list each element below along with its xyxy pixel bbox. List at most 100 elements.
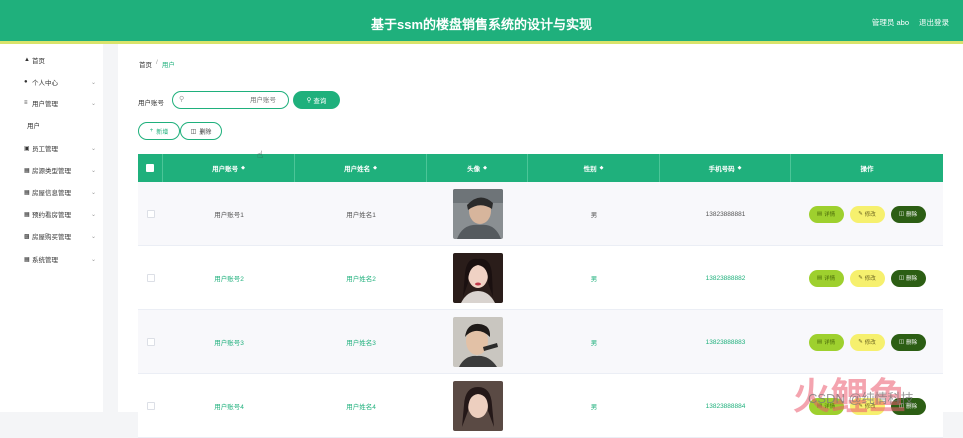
detail-button[interactable]: ▤ 详情 — [808, 269, 844, 287]
cell-account: 用户账号3 — [214, 340, 244, 347]
chevron-down-icon: ⌄ — [91, 256, 97, 263]
trash-icon: ◫ — [898, 275, 905, 281]
sidebar-item-home[interactable]: ▲ 首页 — [0, 51, 103, 69]
sidebar-item-user-management[interactable]: ≡ 用户管理 ⌄ — [0, 94, 103, 112]
cell-avatar — [427, 246, 528, 310]
detail-label: 详情 — [824, 276, 836, 282]
logout-link[interactable]: 退出登录 — [919, 17, 949, 28]
sort-icon: ◆ — [373, 165, 377, 171]
header-phone[interactable]: 手机号码 ◆ — [660, 154, 791, 182]
edit-button[interactable]: ✎ 修改 — [849, 269, 885, 287]
watermark-text: CSDN @纯情科技 — [808, 391, 914, 406]
sort-icon: ◆ — [737, 165, 742, 171]
cell-gender: 男 — [590, 212, 598, 219]
sidebar-item-label: 个人中心 — [32, 80, 58, 87]
avatar-image[interactable] — [452, 189, 503, 239]
breadcrumb: 首页 / 用户 — [139, 59, 175, 69]
cell-name: 用户姓名4 — [346, 404, 376, 411]
search-box: ⚲ — [172, 91, 289, 109]
cell-avatar — [427, 182, 528, 246]
cell-avatar — [427, 374, 528, 438]
cell-ops: ▤ 详情 ✎ 修改 ◫ 删除 — [791, 182, 943, 246]
search-input[interactable] — [191, 94, 286, 106]
detail-label: 详情 — [824, 212, 836, 218]
add-button[interactable]: + 新增 — [138, 122, 180, 140]
avatar-image[interactable] — [452, 253, 503, 303]
delete-button[interactable]: ◫ 删除 — [890, 269, 926, 287]
header-right: 管理员 abo 退出登录 — [872, 17, 949, 28]
sidebar-item-system[interactable]: ▦ 系统管理 ⌄ — [0, 250, 103, 268]
sidebar-item-staff[interactable]: ▣ 员工管理 ⌄ — [0, 139, 103, 157]
document-icon: ▤ — [816, 275, 823, 281]
sidebar-item-house-types[interactable]: ▦ 房源类型管理 ⌄ — [0, 161, 103, 179]
sidebar-item-label: 房屋购买管理 — [32, 234, 71, 241]
cell-gender: 男 — [590, 340, 598, 347]
app-title: 基于ssm的楼盘销售系统的设计与实现 — [370, 17, 593, 32]
header-gender[interactable]: 性别 ◆ — [528, 154, 660, 182]
trash-icon: ◫ — [898, 339, 905, 345]
query-button[interactable]: ⚲ 查询 — [293, 91, 340, 109]
trash-icon: ◫ — [898, 211, 905, 217]
row-checkbox[interactable] — [146, 402, 155, 410]
mouse-pointer-icon: ☝ — [257, 150, 264, 161]
select-all-checkbox[interactable] — [146, 164, 154, 172]
row-checkbox[interactable] — [146, 274, 155, 282]
row-checkbox[interactable] — [146, 210, 155, 218]
cell-name: 用户姓名2 — [346, 276, 376, 283]
document-icon: ▤ — [816, 211, 823, 217]
detail-button[interactable]: ▤ 详情 — [808, 205, 844, 223]
table-row: 用户账号2 用户姓名2 男 13823888882 ▤ 详情 ✎ 修改 ◫ 删除 — [138, 246, 943, 310]
cell-account: 用户账号4 — [214, 404, 244, 411]
pencil-icon: ✎ — [858, 275, 863, 281]
header-name[interactable]: 用户姓名 ◆ — [295, 154, 427, 182]
header-avatar[interactable]: 头像 ◆ — [427, 154, 528, 182]
sidebar-item-users[interactable]: 用户 — [0, 116, 103, 134]
sort-icon: ◆ — [241, 165, 245, 171]
row-select-cell — [138, 182, 163, 246]
document-icon: ▤ — [816, 339, 823, 345]
chevron-down-icon: ⌄ — [91, 100, 97, 107]
pencil-icon: ✎ — [858, 339, 863, 345]
search-icon: ⚲ — [179, 96, 185, 103]
avatar-image[interactable] — [452, 381, 503, 431]
chevron-down-icon: ⌄ — [91, 189, 97, 196]
detail-button[interactable]: ▤ 详情 — [808, 333, 844, 351]
cell-account: 用户账号2 — [214, 276, 244, 283]
add-button-label: 新增 — [156, 129, 169, 136]
cell-name: 用户姓名1 — [346, 212, 376, 219]
batch-delete-label: 删除 — [199, 129, 212, 136]
avatar-image[interactable] — [452, 317, 503, 367]
sidebar-item-viewing[interactable]: ▦ 预约看房管理 ⌄ — [0, 205, 103, 223]
delete-button[interactable]: ◫ 删除 — [890, 205, 926, 223]
delete-label: 删除 — [906, 212, 918, 218]
sort-icon: ◆ — [599, 165, 604, 171]
query-button-label: 查询 — [313, 98, 327, 105]
sidebar-item-house-info[interactable]: ▦ 房屋信息管理 ⌄ — [0, 183, 103, 201]
header-account[interactable]: 用户账号 ◆ — [163, 154, 295, 182]
grid-icon: ▦ — [24, 189, 30, 196]
search-label: 用户账号 — [138, 100, 164, 107]
checkbox-icon: ▩ — [24, 233, 30, 240]
sidebar-item-label: 房屋信息管理 — [32, 190, 71, 197]
sidebar-item-label: 首页 — [32, 58, 45, 65]
sidebar-item-personal[interactable]: ● 个人中心 ⌄ — [0, 73, 103, 91]
edit-button[interactable]: ✎ 修改 — [849, 205, 885, 223]
delete-button[interactable]: ◫ 删除 — [890, 333, 926, 351]
detail-label: 详情 — [824, 340, 836, 346]
edit-label: 修改 — [864, 212, 876, 218]
cell-phone: 13823888882 — [705, 274, 746, 282]
sidebar-item-label: 预约看房管理 — [32, 212, 71, 219]
batch-delete-button[interactable]: ◫ 删除 — [180, 122, 222, 140]
chevron-down-icon: ⌄ — [91, 79, 97, 86]
search-icon: ⚲ — [306, 97, 312, 104]
breadcrumb-current: 用户 — [161, 62, 175, 69]
header-select-all[interactable] — [138, 154, 163, 182]
breadcrumb-home[interactable]: 首页 — [139, 59, 152, 69]
row-checkbox[interactable] — [146, 338, 155, 346]
sidebar-item-label: 系统管理 — [32, 257, 58, 264]
table-row: 用户账号1 用户姓名1 男 13823888881 ▤ 详情 ✎ 修改 ◫ 删除 — [138, 182, 943, 246]
edit-button[interactable]: ✎ 修改 — [849, 333, 885, 351]
sidebar-item-purchase[interactable]: ▩ 房屋购买管理 ⌄ — [0, 227, 103, 245]
plus-icon: + — [149, 128, 154, 134]
header-ops-label: 操作 — [860, 166, 874, 173]
